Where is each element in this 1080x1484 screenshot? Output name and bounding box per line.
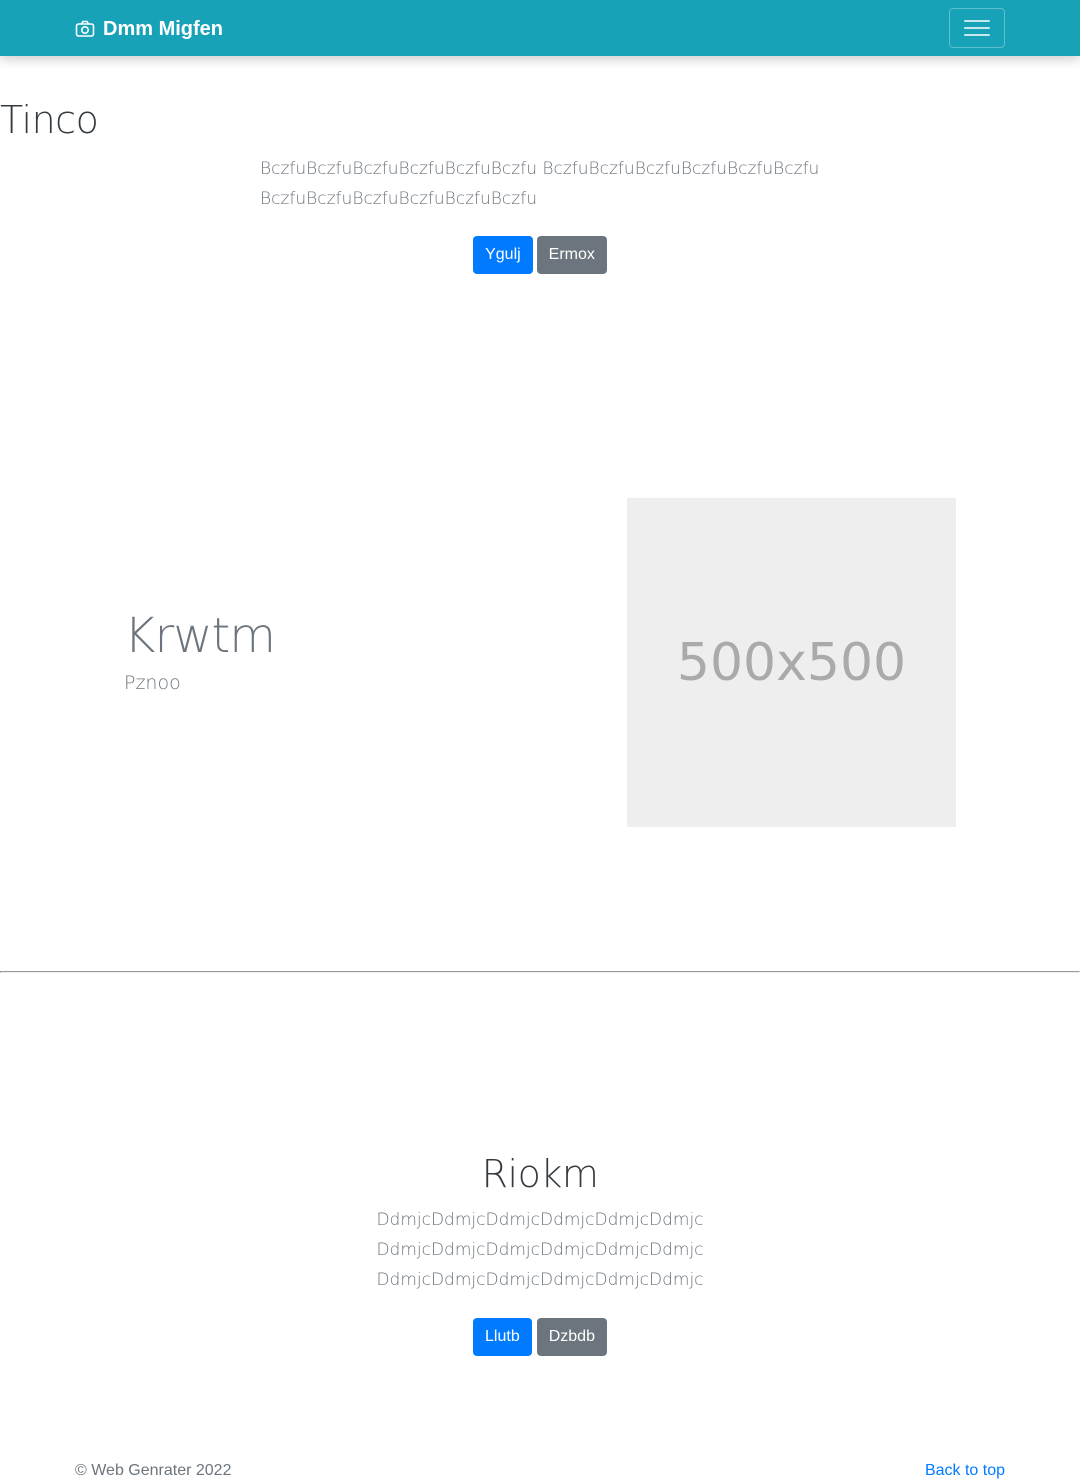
brand-label: Dmm Migfen: [103, 17, 223, 40]
camera-icon: [75, 19, 95, 39]
section-title: Riokm: [481, 1152, 599, 1196]
section-button-group: Llutb Dzbdb: [0, 1318, 1080, 1356]
hero-lead-text: BczfuBczfuBczfuBczfuBczfuBczfu BczfuBczf…: [260, 159, 820, 209]
section-lead-text: DdmjcDdmjcDdmjcDdmjcDdmjcDdmjc DdmjcDdmj…: [376, 1210, 704, 1290]
placeholder-image: 500x500: [627, 498, 956, 827]
navbar: Dmm Migfen: [0, 0, 1080, 56]
hamburger-menu-icon: [964, 18, 990, 38]
hero-secondary-button[interactable]: Ermox: [536, 236, 607, 274]
section-divider: [0, 971, 1080, 973]
navbar-brand[interactable]: Dmm Migfen: [75, 16, 223, 42]
hero-primary-button[interactable]: Ygulj: [473, 236, 533, 274]
section-primary-button[interactable]: Llutb: [473, 1318, 532, 1356]
placeholder-image-label: 500x500: [676, 632, 907, 693]
feature-text: Pznoo: [124, 672, 181, 694]
feature-heading: Krwtm: [124, 608, 276, 664]
section-secondary-button[interactable]: Dzbdb: [536, 1318, 607, 1356]
hero-button-group: Ygulj Ermox: [0, 236, 1080, 274]
footer-copyright: © Web Genrater 2022: [75, 1462, 232, 1479]
back-to-top-link[interactable]: Back to top: [925, 1462, 1005, 1480]
hero-title: Tinco: [0, 98, 99, 142]
navbar-toggler-button[interactable]: [949, 8, 1005, 48]
